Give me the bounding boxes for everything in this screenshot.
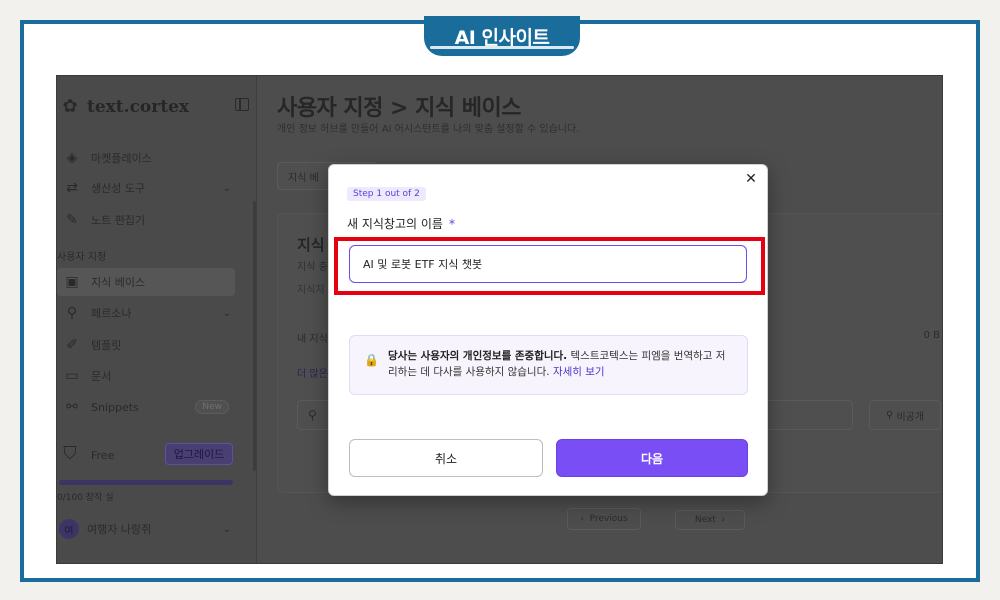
knowledge-name-input[interactable] <box>349 245 747 283</box>
kb-row-label[interactable]: 내 지식 <box>297 330 328 345</box>
next-page-label: Next <box>694 515 716 525</box>
words-progress-bar <box>59 480 233 485</box>
template-icon: ✐ <box>66 337 78 353</box>
words-progress-fill <box>59 480 233 485</box>
pencil-icon: ✎ <box>66 212 78 228</box>
sidebar-item-label: 템플릿 <box>91 339 122 352</box>
field-label-text: 새 지식창고의 이름 <box>347 217 443 231</box>
sidebar-item-snippets[interactable]: ⚯ Snippets New <box>57 393 235 421</box>
snippet-icon: ⚯ <box>66 399 78 415</box>
person-icon: ⚲ <box>66 305 78 321</box>
required-mark: * <box>448 217 455 231</box>
chevron-right-icon: › <box>715 515 726 525</box>
user-name: 여행자 나랑쥐 <box>87 523 152 536</box>
section-label-customize: 사용자 지정 <box>57 252 107 263</box>
search-icon: ⚲ <box>308 408 317 422</box>
privacy-bold: 당사는 사용자의 개인정보를 존중합니다. <box>388 350 568 362</box>
sidebar-item-marketplace[interactable]: ◈ 마켓플레이스 <box>57 144 235 172</box>
sidebar-item-knowledge-base[interactable]: ▣ 지식 베이스 <box>57 268 235 296</box>
sidebar-item-label: 지식 베이스 <box>91 276 146 289</box>
logo-flower-icon: ✿ <box>62 96 78 117</box>
close-icon[interactable]: ✕ <box>743 171 759 187</box>
words-label: 0/100 창작 실 <box>57 493 114 503</box>
logo-text: text.cortex <box>87 97 190 117</box>
sidebar: ✿ text.cortex ◈ 마켓플레이스 ⇄ 생산성 도구 ⌄ ✎ 노트 편… <box>57 76 257 563</box>
sidebar-item-documents[interactable]: ▭ 문서 <box>57 362 235 390</box>
next-button[interactable]: 다음 <box>556 439 748 477</box>
layers-icon: ◈ <box>66 150 78 166</box>
sidebar-item-label: 노트 편집기 <box>91 214 146 227</box>
card-title: 지식 <box>297 236 325 254</box>
lock-icon: 🔒 <box>364 353 379 367</box>
page-title: 사용자 지정 > 지식 베이스 <box>277 96 521 121</box>
sidebar-scrollbar[interactable] <box>253 201 256 471</box>
chevron-left-icon: ‹ <box>580 514 590 524</box>
sidebar-item-label: 페르소나 <box>91 307 132 320</box>
folder-icon: ▭ <box>65 368 79 384</box>
avatar: 여 <box>59 519 79 539</box>
private-label: 비공개 <box>896 411 925 423</box>
sidebar-item-note-editor[interactable]: ✎ 노트 편집기 <box>57 206 235 234</box>
sidebar-item-label: 마켓플레이스 <box>91 152 152 165</box>
previous-button[interactable]: ‹ Previous <box>567 508 641 530</box>
sidebar-item-label: 문서 <box>91 370 112 383</box>
new-badge: New <box>195 400 229 414</box>
more-link[interactable]: 더 많은 <box>297 365 328 380</box>
kb-row-size: 0 B <box>923 330 940 341</box>
chevron-down-icon: ⌄ <box>222 523 231 535</box>
brand-tab: AI 인사이트 <box>424 16 580 56</box>
previous-label: Previous <box>589 514 628 524</box>
logo-row[interactable]: ✿ text.cortex <box>59 94 249 120</box>
upgrade-button[interactable]: 업그레이드 <box>165 443 233 465</box>
brand-label: AI 인사이트 <box>454 26 550 49</box>
sidebar-item-template[interactable]: ✐ 템플릿 <box>57 331 235 359</box>
plan-row: ⛉ Free 업그레이드 <box>57 440 235 470</box>
knowledge-name-label: 새 지식창고의 이름 * <box>347 215 455 232</box>
card-subtitle-2: 지식저 <box>297 285 325 296</box>
chevron-down-icon: ⌄ <box>222 182 231 194</box>
person-icon: ⚲ <box>885 409 897 421</box>
create-knowledge-modal: ✕ Step 1 out of 2 새 지식창고의 이름 * 🔒 당사는 사용자의 … <box>328 164 768 496</box>
cancel-button[interactable]: 취소 <box>349 439 543 477</box>
card-subtitle: 지식 충 <box>297 262 328 273</box>
sidebar-item-productivity[interactable]: ⇄ 생산성 도구 ⌄ <box>57 174 235 202</box>
private-filter-button[interactable]: ⚲ 비공개 <box>869 400 941 430</box>
step-indicator: Step 1 out of 2 <box>347 187 426 201</box>
repeat-icon: ⇄ <box>66 180 78 196</box>
next-page-button[interactable]: Next › <box>675 510 745 530</box>
privacy-notice: 🔒 당사는 사용자의 개인정보를 존중합니다. 텍스트코텍스는 피엠을 번역하고 … <box>349 335 748 395</box>
page-subtitle: 개인 정보 허브를 만들어 AI 어시스턴트를 나의 맞춤 설정할 수 있습니다… <box>277 124 580 135</box>
sidebar-collapse-icon[interactable] <box>235 98 249 111</box>
book-icon: ▣ <box>65 274 79 290</box>
sidebar-item-label: 생산성 도구 <box>91 182 146 195</box>
user-menu[interactable]: 여 여행자 나랑쥐 ⌄ <box>57 516 235 542</box>
chevron-down-icon: ⌄ <box>222 307 231 319</box>
shield-icon: ⛉ <box>63 443 77 464</box>
plan-name: Free <box>91 448 115 462</box>
sidebar-item-label: Snippets <box>91 400 139 414</box>
sidebar-item-persona[interactable]: ⚲ 페르소나 ⌄ <box>57 299 235 327</box>
learn-more-link[interactable]: 자세히 보기 <box>553 366 605 378</box>
